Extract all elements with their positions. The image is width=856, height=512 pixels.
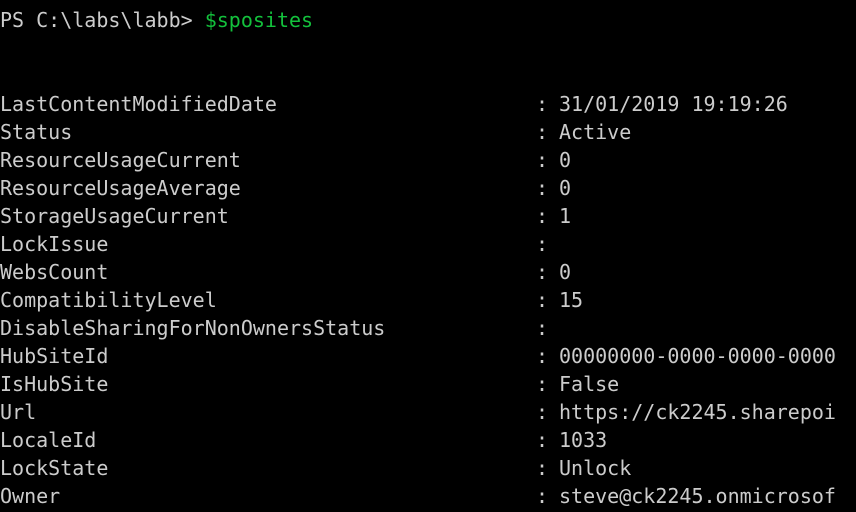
property-list: LastContentModifiedDate:31/01/2019 19:19…: [0, 90, 856, 510]
property-name: LockState: [0, 456, 109, 480]
property-value: steve@ck2245.onmicrosof: [559, 484, 836, 508]
prompt-line: PS C:\labs\labb> $sposites: [0, 6, 313, 34]
property-row: LocaleId:1033: [0, 426, 856, 454]
property-row: LastContentModifiedDate:31/01/2019 19:19…: [0, 90, 856, 118]
separator: :: [536, 372, 549, 396]
separator: :: [536, 204, 549, 228]
property-name: StorageUsageCurrent: [0, 204, 229, 228]
property-value: 1033: [559, 428, 608, 452]
property-row: LockState: Unlock: [0, 454, 856, 482]
property-name: LocaleId: [0, 428, 97, 452]
property-name: HubSiteId: [0, 344, 109, 368]
separator: :: [536, 400, 549, 424]
prompt-text: PS C:\labs\labb>: [0, 8, 205, 32]
property-row: LockIssue:: [0, 230, 856, 258]
property-name: DisableSharingForNonOwnersStatus: [0, 316, 386, 340]
property-value: Active: [559, 120, 632, 144]
property-value: 31/01/2019 19:19:26: [559, 92, 788, 116]
property-row: ResourceUsageAverage:0: [0, 174, 856, 202]
property-row: HubSiteId:00000000-0000-0000-0000: [0, 342, 856, 370]
property-name: WebsCount: [0, 260, 109, 284]
property-name: Status: [0, 120, 73, 144]
property-row: ResourceUsageCurrent:0: [0, 146, 856, 174]
separator: :: [536, 92, 549, 116]
property-row: CompatibilityLevel:15: [0, 286, 856, 314]
property-name: ResourceUsageAverage: [0, 176, 241, 200]
property-row: Status: Active: [0, 118, 856, 146]
separator: :: [536, 288, 549, 312]
property-row: StorageUsageCurrent:1: [0, 202, 856, 230]
property-name: Url: [0, 400, 37, 424]
separator: :: [536, 148, 549, 172]
property-name: CompatibilityLevel: [0, 288, 217, 312]
property-row: DisableSharingForNonOwnersStatus:: [0, 314, 856, 342]
property-row: Url: https://ck2245.sharepoi: [0, 398, 856, 426]
property-name: LockIssue: [0, 232, 109, 256]
property-value: False: [559, 372, 620, 396]
separator: :: [536, 120, 549, 144]
property-name: ResourceUsageCurrent: [0, 148, 241, 172]
property-name: IsHubSite: [0, 372, 109, 396]
separator: :: [536, 176, 549, 200]
property-value: https://ck2245.sharepoi: [559, 400, 836, 424]
command-text: $sposites: [204, 8, 314, 32]
separator: :: [536, 260, 549, 284]
property-name: LastContentModifiedDate: [0, 92, 277, 116]
property-value: Unlock: [559, 456, 632, 480]
property-name: Owner: [0, 484, 61, 508]
separator: :: [536, 456, 549, 480]
separator: :: [536, 316, 549, 340]
property-value: 00000000-0000-0000-0000: [559, 344, 836, 368]
property-value: 15: [559, 288, 584, 312]
separator: :: [536, 484, 549, 508]
powershell-console[interactable]: PS C:\labs\labb> $sposites LastContentMo…: [0, 0, 856, 512]
separator: :: [536, 232, 549, 256]
property-row: Owner: steve@ck2245.onmicrosof: [0, 482, 856, 510]
separator: :: [536, 428, 549, 452]
property-row: WebsCount:0: [0, 258, 856, 286]
property-value: 0: [559, 148, 572, 172]
property-value: 0: [559, 260, 572, 284]
separator: :: [536, 344, 549, 368]
property-value: 1: [559, 204, 572, 228]
property-value: 0: [559, 176, 572, 200]
property-row: IsHubSite: False: [0, 370, 856, 398]
